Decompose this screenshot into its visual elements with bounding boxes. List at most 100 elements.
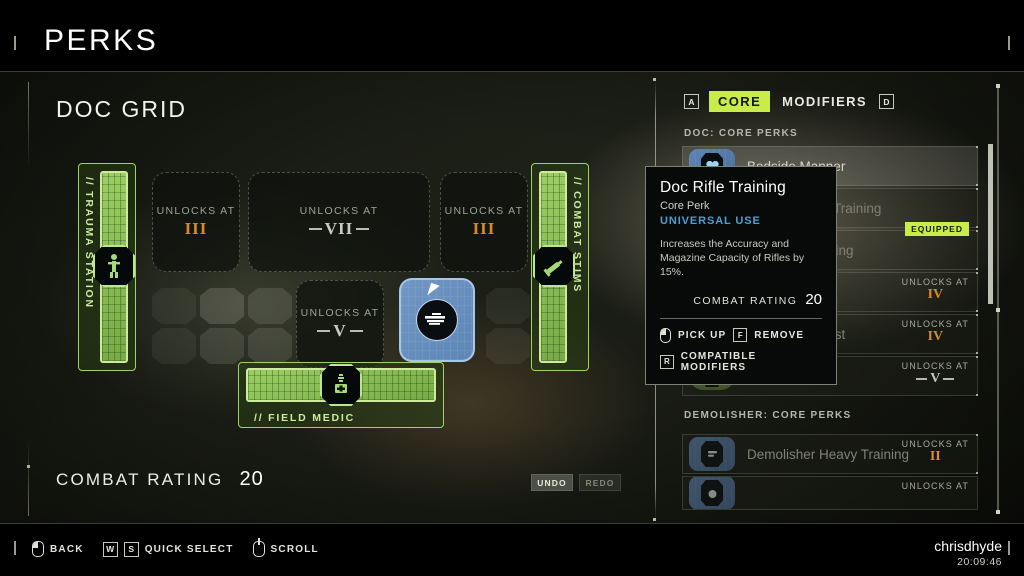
- perk-unlock-info: UNLOCKS AT IV: [902, 319, 969, 345]
- bottom-bar: BACK W S QUICK SELECT SCROLL chrisdhyde …: [0, 523, 1024, 576]
- tooltip-key-hints: PICK UP F REMOVE R COMPATIBLE MODIFIERS: [660, 327, 822, 373]
- footer-hints: BACK W S QUICK SELECT SCROLL: [32, 538, 329, 557]
- left-rail-top: [28, 82, 29, 168]
- perk-unlock-info: UNLOCKS AT II: [902, 439, 969, 465]
- scrollbar-dot-mid: [996, 308, 1000, 312]
- row-corner: [976, 394, 978, 396]
- tooltip-key-row: R COMPATIBLE MODIFIERS: [660, 351, 822, 373]
- grid-cell-empty[interactable]: [200, 328, 244, 364]
- scrollbar-thumb[interactable]: [988, 144, 993, 304]
- heavy-weapon-glyph: [701, 441, 723, 467]
- keycap-s[interactable]: S: [123, 541, 139, 557]
- perk-tooltip: Doc Rifle Training Core Perk UNIVERSAL U…: [645, 166, 837, 385]
- keycap-a[interactable]: A: [684, 94, 699, 109]
- row-corner: [976, 226, 978, 228]
- keycap-f[interactable]: F: [733, 328, 748, 343]
- hint-back[interactable]: BACK: [32, 541, 84, 557]
- row-corner: [976, 472, 978, 474]
- medkit-icon: [320, 364, 362, 406]
- row-corner: [976, 184, 978, 186]
- left-rail-dot: [27, 465, 30, 468]
- perk-row-demolisher-heavy-training[interactable]: Demolisher Heavy Training UNLOCKS AT II: [682, 434, 978, 474]
- grid-title: DOC GRID: [56, 96, 187, 122]
- unlock-label: UNLOCKS AT: [901, 319, 969, 329]
- edge-marker-bottom-left: [14, 541, 16, 555]
- hint-label: BACK: [50, 543, 84, 555]
- grid-cell-empty[interactable]: [248, 328, 292, 364]
- explosive-icon: [689, 477, 735, 509]
- grid-cell-locked[interactable]: UNLOCKS AT VII: [248, 172, 430, 272]
- key-hint-label: REMOVE: [754, 329, 805, 341]
- row-corner: [976, 230, 978, 232]
- heavy-weapon-icon: [689, 437, 735, 471]
- key-hint-label: PICK UP: [678, 329, 727, 341]
- unlock-tier: III: [184, 219, 208, 238]
- unlock-label: UNLOCKS AT: [300, 307, 380, 319]
- perk-row-partial[interactable]: UNLOCKS AT: [682, 476, 978, 510]
- explosive-glyph: [701, 480, 723, 506]
- medic-figure-glyph: [108, 254, 120, 278]
- tab-modifiers[interactable]: MODIFIERS: [780, 91, 869, 112]
- tooltip-description: Increases the Accuracy and Magazine Capa…: [660, 238, 805, 279]
- status-badge-equipped: EQUIPPED: [905, 222, 969, 236]
- row-corner: [976, 188, 978, 190]
- scrollbar-dot-bottom: [996, 510, 1000, 514]
- hint-quick-select[interactable]: W S QUICK SELECT: [102, 541, 234, 557]
- grid-cell-locked[interactable]: UNLOCKS AT III: [152, 172, 240, 272]
- grid-cell-empty[interactable]: [152, 328, 196, 364]
- edge-marker-top-left: [14, 36, 16, 50]
- rifle-icon: [416, 299, 458, 341]
- module-label: // FIELD MEDIC: [254, 412, 356, 424]
- perks-screen: PERKS DOC GRID UNLOCKS AT III UNLOCKS AT…: [0, 0, 1024, 576]
- syringe-glyph: [543, 260, 563, 277]
- tab-core[interactable]: CORE: [709, 91, 771, 112]
- row-corner: [976, 434, 978, 436]
- row-corner: [976, 310, 978, 312]
- group-heading-doc: DOC: CORE PERKS: [684, 128, 798, 139]
- tooltip-separator: [660, 317, 822, 319]
- tooltip-rating-row: COMBAT RATING 20: [660, 291, 822, 308]
- tooltip-tag: UNIVERSAL USE: [660, 215, 761, 227]
- unlock-tier: IV: [927, 329, 944, 344]
- undo-button[interactable]: UNDO: [531, 474, 573, 491]
- heavy-weapon-shape: [707, 451, 717, 457]
- scrollbar-track[interactable]: [997, 86, 999, 514]
- combat-rating-value: 20: [239, 468, 264, 490]
- keycap-r[interactable]: R: [660, 354, 674, 369]
- unlock-tier: VII: [309, 219, 370, 239]
- grid-cell-empty[interactable]: [152, 288, 196, 324]
- edge-marker-bottom-right: [1008, 541, 1010, 555]
- grid-cell-empty[interactable]: [486, 288, 530, 324]
- perk-module-trauma-station[interactable]: // TRAUMA STATION: [78, 163, 136, 371]
- redo-button[interactable]: REDO: [579, 474, 621, 491]
- unlock-tier: II: [929, 449, 941, 464]
- unlock-label: UNLOCKS AT: [901, 277, 969, 287]
- page-title: PERKS: [44, 24, 159, 57]
- unlock-label: UNLOCKS AT: [444, 205, 524, 217]
- username: chrisdhyde: [934, 538, 1002, 554]
- keycap-w[interactable]: W: [102, 541, 118, 557]
- unlock-label: UNLOCKS AT: [901, 361, 969, 371]
- syringe-icon: [533, 245, 575, 287]
- grid-cell-selected[interactable]: [399, 278, 475, 362]
- perk-module-combat-stims[interactable]: // COMBAT STIMS: [531, 163, 589, 371]
- grid-cell-locked[interactable]: UNLOCKS AT V: [296, 280, 384, 368]
- grid-cell-empty[interactable]: [200, 288, 244, 324]
- grid-cell-locked[interactable]: UNLOCKS AT III: [440, 172, 528, 272]
- unlock-label: UNLOCKS AT: [901, 481, 969, 491]
- tooltip-rating-value: 20: [805, 290, 822, 308]
- hint-scroll[interactable]: SCROLL: [252, 538, 319, 557]
- grid-cell-empty[interactable]: [248, 288, 292, 324]
- tab-bar: A CORE MODIFIERS D: [684, 91, 894, 112]
- medkit-glyph: [335, 374, 347, 393]
- perk-unlock-info: UNLOCKS AT: [902, 481, 969, 491]
- perk-module-field-medic[interactable]: // FIELD MEDIC: [238, 362, 444, 428]
- perk-name: Demolisher Heavy Training: [747, 446, 910, 462]
- perk-unlock-info: UNLOCKS AT V: [902, 361, 969, 387]
- module-label: // TRAUMA STATION: [83, 177, 95, 309]
- row-corner: [976, 268, 978, 270]
- grid-cell-empty[interactable]: [486, 328, 530, 364]
- keycap-d[interactable]: D: [879, 94, 894, 109]
- left-rail-bottom: [28, 440, 29, 516]
- unlock-label: UNLOCKS AT: [299, 205, 379, 217]
